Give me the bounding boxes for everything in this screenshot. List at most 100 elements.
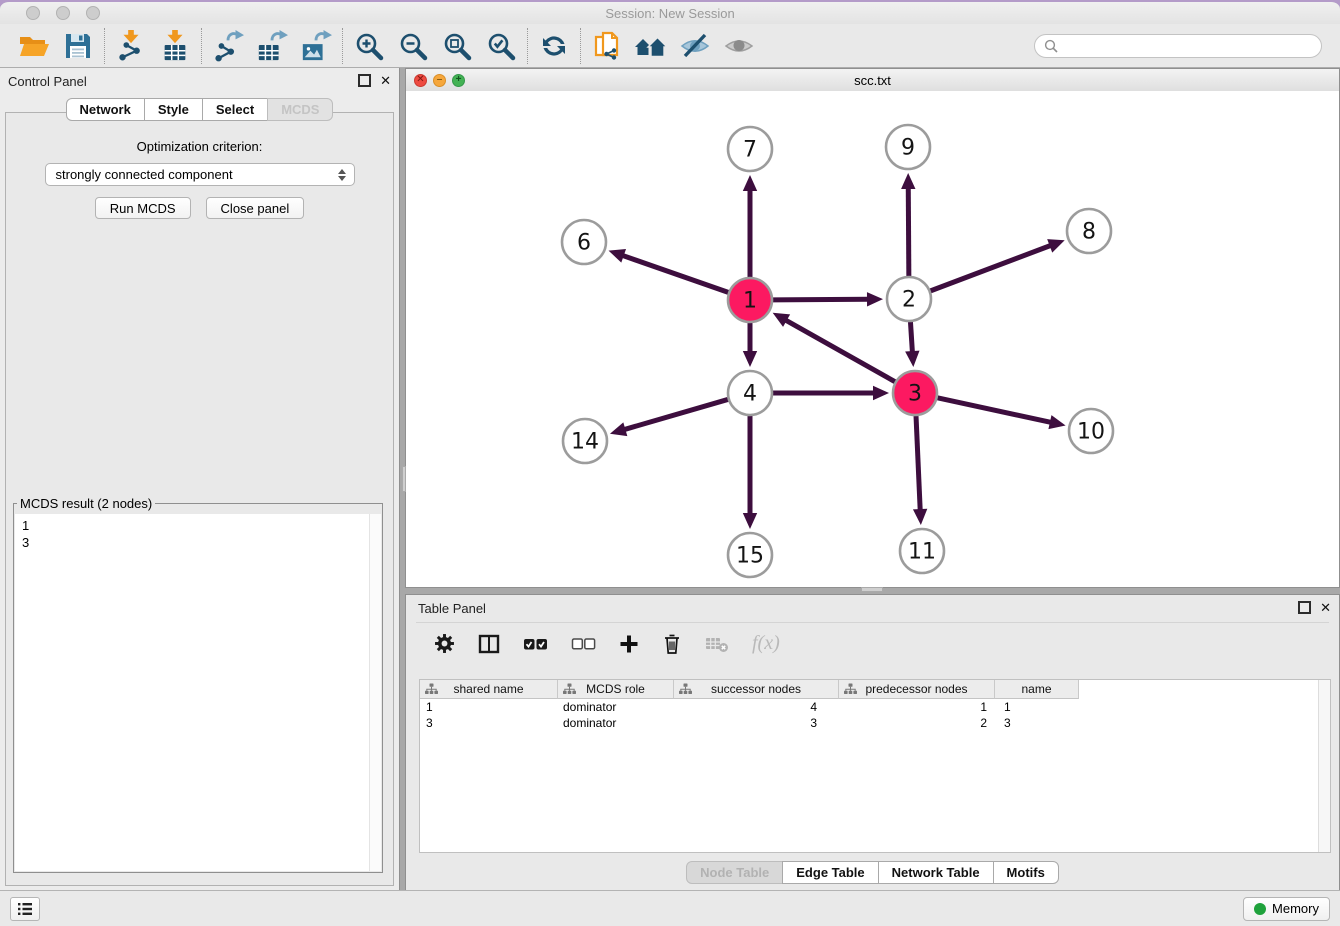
hide-selected-button[interactable]: [678, 29, 712, 63]
edge-4-to-3[interactable]: [773, 386, 889, 400]
splitter-handle-horizontal[interactable]: [861, 587, 883, 592]
network-canvas[interactable]: 7 9 6 8 1 2 4 3 14 10 15 11: [406, 91, 1339, 587]
memory-button[interactable]: Memory: [1243, 897, 1330, 921]
graph-node-14[interactable]: 14: [563, 419, 607, 463]
edge-4-to-15[interactable]: [743, 416, 757, 529]
tab-select[interactable]: Select: [202, 98, 268, 121]
show-columns-button[interactable]: [523, 636, 548, 652]
tab-network[interactable]: Network: [66, 98, 145, 121]
function-builder-button[interactable]: f(x): [752, 632, 780, 655]
export-image-button[interactable]: [299, 29, 333, 63]
edge-3-to-1[interactable]: [773, 313, 895, 382]
graph-node-9[interactable]: 9: [886, 125, 930, 169]
network-window-titlebar[interactable]: ✕ – + scc.txt: [406, 69, 1339, 92]
column-layout-button[interactable]: [478, 633, 500, 655]
edge-2-to-9[interactable]: [901, 173, 915, 276]
export-table-button[interactable]: [255, 29, 289, 63]
cell-shared-name[interactable]: 3: [420, 715, 558, 731]
float-panel-icon[interactable]: [358, 74, 371, 87]
import-network-button[interactable]: [114, 29, 148, 63]
cell-predecessor-nodes[interactable]: 1: [839, 699, 995, 715]
graph-node-11[interactable]: 11: [900, 529, 944, 573]
result-scrollbar[interactable]: [369, 514, 381, 871]
criterion-select[interactable]: strongly connected component: [45, 163, 355, 186]
edge-3-to-11[interactable]: [913, 416, 927, 525]
cell-mcds-role[interactable]: dominator: [558, 715, 674, 731]
first-neighbors-button[interactable]: [634, 29, 668, 63]
table-panel: Table Panel ✕ f(x) shared nameMCDS roles…: [405, 594, 1340, 892]
open-file-button[interactable]: [17, 29, 51, 63]
graph-node-1[interactable]: 1: [728, 278, 772, 322]
edge-1-to-7[interactable]: [743, 175, 757, 277]
graph-node-10[interactable]: 10: [1069, 409, 1113, 453]
optimization-criterion-label: Optimization criterion:: [6, 139, 393, 154]
edge-4-to-14[interactable]: [610, 399, 728, 436]
table-scrollbar[interactable]: [1318, 680, 1330, 852]
column-header-name[interactable]: name: [995, 680, 1079, 699]
delete-column-button[interactable]: [662, 633, 682, 655]
cell-name[interactable]: 1: [995, 699, 1079, 715]
cell-mcds-role[interactable]: dominator: [558, 699, 674, 715]
close-panel-icon[interactable]: ✕: [380, 75, 391, 86]
table-row[interactable]: 1dominator411: [420, 699, 1330, 715]
task-history-button[interactable]: [10, 897, 40, 921]
table-row[interactable]: 3dominator323: [420, 715, 1330, 731]
network-graph[interactable]: 7 9 6 8 1 2 4 3 14 10 15 11: [406, 91, 1339, 588]
graph-node-3[interactable]: 3: [893, 371, 937, 415]
delete-table-button[interactable]: [705, 634, 729, 654]
column-header-predecessor-nodes[interactable]: predecessor nodes: [839, 680, 995, 699]
edge-2-to-8[interactable]: [931, 239, 1065, 291]
cell-name[interactable]: 3: [995, 715, 1079, 731]
search-input[interactable]: [1064, 37, 1312, 54]
cell-successor-nodes[interactable]: 4: [674, 699, 839, 715]
close-panel-button[interactable]: Close panel: [206, 197, 305, 219]
run-mcds-button[interactable]: Run MCDS: [95, 197, 191, 219]
zoom-in-button[interactable]: [352, 29, 386, 63]
create-column-button[interactable]: [619, 634, 639, 654]
table-tab-network-table[interactable]: Network Table: [878, 861, 994, 884]
refresh-network-button[interactable]: [537, 29, 571, 63]
svg-text:6: 6: [577, 231, 591, 256]
export-network-button[interactable]: [211, 29, 245, 63]
column-header-mcds-role[interactable]: MCDS role: [558, 680, 674, 699]
cell-shared-name[interactable]: 1: [420, 699, 558, 715]
tab-mcds[interactable]: MCDS: [267, 98, 333, 121]
cell-predecessor-nodes[interactable]: 2: [839, 715, 995, 731]
column-header-shared-name[interactable]: shared name: [420, 680, 558, 699]
table-tab-edge-table[interactable]: Edge Table: [782, 861, 878, 884]
zoom-out-button[interactable]: [396, 29, 430, 63]
table-tab-motifs[interactable]: Motifs: [993, 861, 1059, 884]
zoom-fit-button[interactable]: [440, 29, 474, 63]
import-table-button[interactable]: [158, 29, 192, 63]
control-panel: Control Panel ✕ NetworkStyleSelectMCDS O…: [0, 68, 400, 892]
close-table-panel-icon[interactable]: ✕: [1320, 602, 1331, 613]
mcds-result-box[interactable]: 13: [15, 514, 381, 871]
hide-columns-button[interactable]: [571, 636, 596, 652]
edge-3-to-10[interactable]: [937, 398, 1065, 429]
edge-1-to-2[interactable]: [773, 292, 883, 306]
zoom-selected-button[interactable]: [484, 29, 518, 63]
graph-node-7[interactable]: 7: [728, 127, 772, 171]
graph-node-8[interactable]: 8: [1067, 209, 1111, 253]
graph-node-2[interactable]: 2: [887, 277, 931, 321]
graph-node-15[interactable]: 15: [728, 533, 772, 577]
application-window: Session: New Session Control Panel ✕ Net…: [0, 0, 1340, 926]
show-all-button[interactable]: [722, 29, 756, 63]
app-titlebar[interactable]: Session: New Session: [0, 2, 1340, 25]
edge-1-to-6[interactable]: [609, 249, 729, 292]
search-box[interactable]: [1034, 34, 1322, 58]
save-session-button[interactable]: [61, 29, 95, 63]
graph-node-6[interactable]: 6: [562, 220, 606, 264]
edge-2-to-3[interactable]: [905, 322, 919, 367]
table-tab-node-table[interactable]: Node Table: [686, 861, 783, 884]
edge-1-to-4[interactable]: [743, 323, 757, 367]
node-table[interactable]: shared nameMCDS rolesuccessor nodesprede…: [419, 679, 1331, 853]
column-header-successor-nodes[interactable]: successor nodes: [674, 680, 839, 699]
graph-node-4[interactable]: 4: [728, 371, 772, 415]
tab-style[interactable]: Style: [144, 98, 203, 121]
table-settings-button[interactable]: [434, 633, 455, 654]
cell-successor-nodes[interactable]: 3: [674, 715, 839, 731]
float-table-panel-icon[interactable]: [1298, 601, 1311, 614]
new-network-from-selection-button[interactable]: [590, 29, 624, 63]
splitter-handle-vertical[interactable]: [402, 466, 406, 492]
